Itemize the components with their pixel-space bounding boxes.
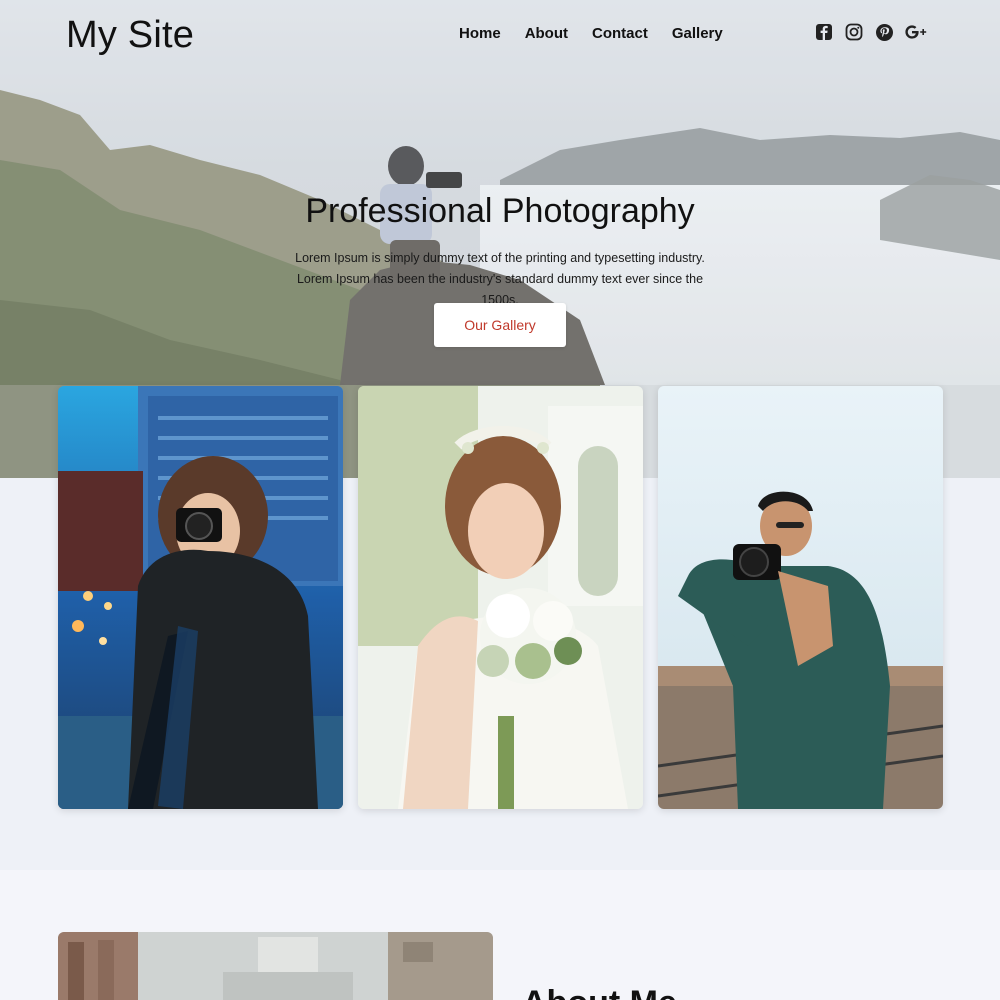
nav-item-home[interactable]: Home (459, 25, 501, 42)
gallery-card-bride-bouquet[interactable] (358, 386, 643, 809)
nav-item-contact[interactable]: Contact (592, 25, 648, 42)
site-brand[interactable]: My Site (66, 14, 194, 57)
pinterest-icon[interactable] (874, 22, 894, 42)
main-nav: Home About Contact Gallery (459, 25, 747, 42)
gallery-image (58, 386, 343, 809)
google-plus-icon[interactable] (904, 22, 930, 42)
gallery-image (658, 386, 943, 809)
instagram-icon[interactable] (844, 22, 864, 42)
nav-item-gallery[interactable]: Gallery (672, 25, 723, 42)
gallery-card-man-camera-rails[interactable] (658, 386, 943, 809)
facebook-icon[interactable] (814, 22, 834, 42)
nav-item-about[interactable]: About (525, 25, 568, 42)
hero-title: Professional Photography (305, 192, 695, 230)
social-links (814, 22, 940, 42)
about-title: About Me (522, 984, 677, 1000)
hero-description: Lorem Ipsum is simply dummy text of the … (295, 251, 705, 307)
gallery-image (358, 386, 643, 809)
gallery-card-woman-camera-city[interactable] (58, 386, 343, 809)
about-image (58, 932, 493, 1000)
our-gallery-button[interactable]: Our Gallery (434, 303, 566, 347)
